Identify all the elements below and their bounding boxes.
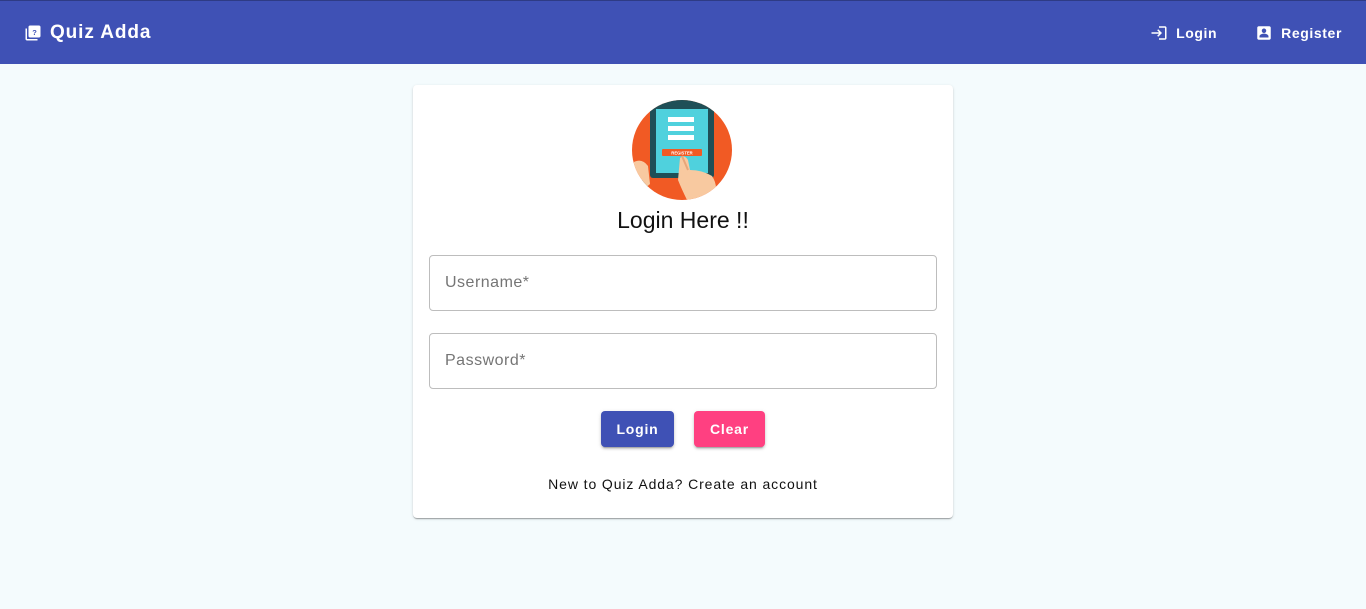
page-title: Login Here !! — [617, 207, 749, 233]
password-input[interactable] — [430, 334, 936, 388]
contact-card-icon — [1257, 25, 1271, 40]
login-card: REGISTER Login Here !! Login Clear New t… — [413, 85, 953, 518]
brand[interactable]: ? Quiz Adda — [24, 22, 151, 44]
nav-login-label: Login — [1176, 24, 1218, 41]
clear-button[interactable]: Clear — [694, 411, 765, 447]
nav-login-button[interactable]: Login — [1140, 18, 1227, 48]
create-account-link[interactable]: New to Quiz Adda? Create an account — [413, 476, 953, 492]
password-field[interactable] — [429, 333, 937, 389]
register-tablet-illustration: REGISTER — [632, 100, 732, 200]
username-input[interactable] — [430, 256, 936, 310]
nav-register-button[interactable]: Register — [1245, 18, 1352, 48]
nav-links: Login Register — [1122, 18, 1352, 48]
login-button[interactable]: Login — [601, 411, 674, 447]
login-icon — [1151, 25, 1167, 40]
quiz-book-icon: ? — [25, 25, 41, 40]
app-bar: ? Quiz Adda Login Register — [0, 0, 1366, 64]
svg-text:?: ? — [32, 27, 37, 36]
illustration-register-label: REGISTER — [671, 151, 692, 156]
nav-register-label: Register — [1281, 24, 1342, 41]
username-field[interactable] — [429, 255, 937, 311]
app-title: Quiz Adda — [50, 21, 152, 43]
